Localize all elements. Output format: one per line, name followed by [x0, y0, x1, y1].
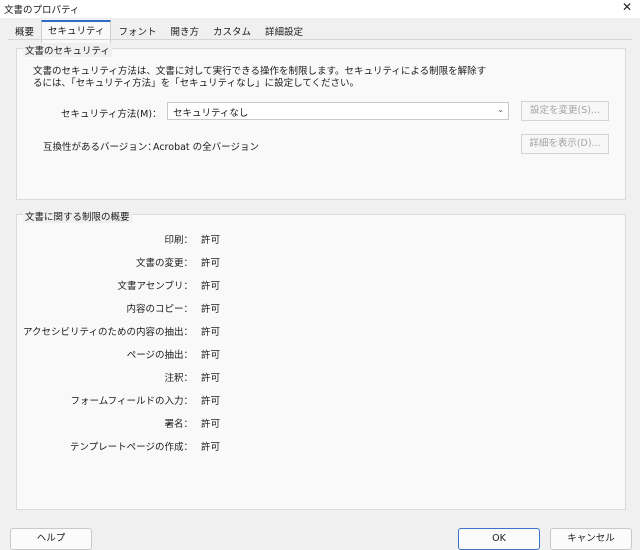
restriction-key: フォームフィールドの入力： [70, 396, 193, 407]
window-title: 文書のプロパティ [4, 5, 80, 16]
show-details-button[interactable]: 詳細を表示(D)... [521, 134, 609, 154]
restriction-value: 許可 [201, 442, 221, 453]
restriction-value: 許可 [201, 304, 221, 315]
restriction-value: 許可 [201, 373, 221, 384]
restriction-key: 文書アセンブリ： [117, 281, 193, 292]
restriction-value: 許可 [201, 327, 221, 338]
compat-version-label: 互換性があるバージョン： [43, 142, 157, 153]
restriction-row: 注釈： 許可 [17, 370, 625, 384]
restriction-row: 文書アセンブリ： 許可 [17, 278, 625, 292]
restriction-value: 許可 [201, 235, 221, 246]
restriction-row: ページの抽出： 許可 [17, 347, 625, 361]
security-group: 文書のセキュリティ 文書のセキュリティ方法は、文書に対して実行できる操作を制限し… [16, 43, 626, 200]
restrictions-group-legend: 文書に関する制限の概要 [23, 209, 132, 223]
change-settings-button[interactable]: 設定を変更(S)... [521, 101, 609, 121]
chevron-down-icon: ⌄ [497, 105, 504, 114]
restrictions-group: 文書に関する制限の概要 印刷： 許可 文書の変更： 許可 文書アセンブリ： 許可 内容… [16, 209, 626, 510]
restriction-key: 注釈： [164, 373, 193, 384]
restriction-row: テンプレートページの作成： 許可 [17, 439, 625, 453]
restriction-value: 許可 [201, 350, 221, 361]
restriction-key: テンプレートページの作成： [69, 442, 193, 453]
restriction-key: 文書の変更： [135, 258, 193, 269]
restriction-row: フォームフィールドの入力： 許可 [17, 393, 625, 407]
security-group-legend: 文書のセキュリティ [23, 43, 112, 57]
restriction-value: 許可 [201, 396, 221, 407]
security-method-select[interactable]: セキュリティなし ⌄ [167, 102, 509, 120]
restriction-key: 印刷： [164, 235, 193, 246]
restriction-key: 署名： [164, 419, 193, 430]
security-description-line-1: 文書のセキュリティ方法は、文書に対して実行できる操作を制限します。セキュリティに… [33, 66, 487, 77]
restriction-key: アクセシビリティのための内容の抽出： [23, 327, 193, 338]
help-button[interactable]: ヘルプ [10, 528, 92, 550]
restriction-row: 署名： 許可 [17, 416, 625, 430]
cancel-button[interactable]: キャンセル [550, 528, 632, 550]
close-icon[interactable]: ✕ [622, 0, 632, 14]
compat-version-value: Acrobat の全バージョン [153, 142, 259, 153]
restriction-key: ページの抽出： [126, 350, 193, 361]
security-method-label: セキュリティ方法(M)： [61, 109, 162, 120]
restriction-row: 印刷： 許可 [17, 232, 625, 246]
title-bar: 文書のプロパティ ✕ [0, 0, 640, 18]
restriction-row: アクセシビリティのための内容の抽出： 許可 [17, 324, 625, 338]
security-description-line-2: るには、「セキュリティ方法」を「セキュリティなし」に設定してください。 [33, 78, 360, 89]
tab-bar: 概要 セキュリティ フォント 開き方 カスタム 詳細設定 [8, 20, 310, 43]
restriction-value: 許可 [201, 258, 221, 269]
ok-button[interactable]: OK [458, 528, 540, 550]
restriction-row: 内容のコピー： 許可 [17, 301, 625, 315]
restriction-value: 許可 [201, 281, 221, 292]
restriction-row: 文書の変更： 許可 [17, 255, 625, 269]
restriction-key: 内容のコピー： [126, 304, 193, 315]
restriction-value: 許可 [201, 419, 221, 430]
security-description: 文書のセキュリティ方法は、文書に対して実行できる操作を制限します。セキュリティに… [33, 66, 593, 90]
tab-divider [8, 39, 632, 40]
security-method-value: セキュリティなし [173, 108, 249, 119]
